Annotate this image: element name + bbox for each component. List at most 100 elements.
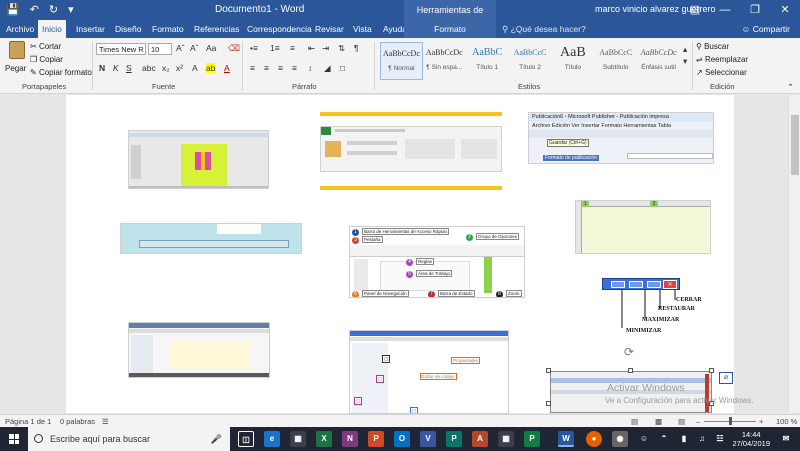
- zoom-level[interactable]: 100 %: [776, 417, 797, 426]
- redo-icon[interactable]: ↻: [49, 3, 58, 16]
- bullets-icon[interactable]: •≡: [250, 43, 258, 53]
- start-button[interactable]: [0, 427, 28, 451]
- screenshot-image-6[interactable]: 1 Barra de Herramientas de Acceso Rápido…: [349, 226, 525, 298]
- taskbar-clock[interactable]: 14:44 27/04/2019: [732, 430, 770, 448]
- wifi-icon[interactable]: ☳: [712, 431, 728, 447]
- find-button[interactable]: ⚲ Buscar: [696, 42, 729, 51]
- word-icon[interactable]: W: [558, 431, 574, 447]
- edge-icon[interactable]: e: [264, 431, 280, 447]
- resize-handle[interactable]: [628, 368, 633, 373]
- file-explorer-icon[interactable]: ▦: [290, 431, 306, 447]
- tab-correspondencia[interactable]: Correspondencia: [243, 20, 316, 38]
- tab-revisar[interactable]: Revisar: [311, 20, 348, 38]
- shrink-font-icon[interactable]: Aˇ: [190, 43, 199, 53]
- bold-button[interactable]: N: [99, 63, 105, 73]
- screenshot-image-2[interactable]: [320, 112, 502, 190]
- screenshot-image-1[interactable]: [128, 130, 269, 189]
- style-subtle-emphasis[interactable]: AaBbCcDc Énfasis sutil: [637, 42, 680, 80]
- rotate-handle-icon[interactable]: ⟳: [624, 345, 634, 359]
- tab-insertar[interactable]: Insertar: [72, 20, 109, 38]
- undo-icon[interactable]: ↶: [30, 3, 39, 16]
- cut-button[interactable]: ✂ Cortar: [30, 42, 61, 51]
- numbering-icon[interactable]: 1≡: [270, 43, 280, 53]
- proofing-icon[interactable]: ☰: [102, 417, 109, 426]
- subscript-icon[interactable]: x₂: [162, 63, 170, 73]
- access-icon[interactable]: A: [472, 431, 488, 447]
- scroll-thumb[interactable]: [791, 115, 799, 175]
- style-title[interactable]: AaB Título: [551, 42, 594, 80]
- volume-icon[interactable]: ♫: [694, 431, 710, 447]
- screenshot-image-8[interactable]: [128, 322, 270, 378]
- collapse-ribbon-icon[interactable]: ⌃: [787, 82, 794, 93]
- line-spacing-icon[interactable]: ↕: [308, 63, 312, 73]
- align-left-icon[interactable]: ≡: [250, 63, 255, 73]
- styles-scroll-down-icon[interactable]: ▾: [683, 56, 687, 67]
- app-icon[interactable]: P: [524, 431, 540, 447]
- tab-vista[interactable]: Vista: [349, 20, 376, 38]
- sort-icon[interactable]: ⇅: [338, 43, 345, 54]
- tab-inicio[interactable]: Inicio: [38, 20, 66, 38]
- clear-format-icon[interactable]: ⌫: [228, 43, 240, 54]
- excel-icon[interactable]: X: [316, 431, 332, 447]
- resize-handle[interactable]: [546, 368, 551, 373]
- people-icon[interactable]: ☺: [636, 431, 652, 447]
- word-count[interactable]: 0 palabras: [60, 417, 95, 426]
- font-size-select[interactable]: 10: [148, 43, 172, 55]
- shading-icon[interactable]: ◢: [324, 63, 331, 74]
- screenshot-image-9[interactable]: ▢ ▢ Propiedades Editor de código ▢ ▢: [349, 330, 509, 414]
- tray-chevron-icon[interactable]: ⌃: [656, 431, 672, 447]
- customize-qat-icon[interactable]: ▾: [68, 3, 74, 16]
- align-right-icon[interactable]: ≡: [278, 63, 283, 73]
- tell-me-box[interactable]: ⚲ ¿Qué desea hacer?: [502, 24, 586, 35]
- publisher-icon[interactable]: P: [446, 431, 462, 447]
- styles-scroll-up-icon[interactable]: ▴: [683, 44, 687, 55]
- resize-handle[interactable]: [546, 401, 551, 406]
- justify-icon[interactable]: ≡: [292, 63, 297, 73]
- style-normal[interactable]: AaBbCcDc ¶ Normal: [380, 42, 423, 80]
- share-button[interactable]: ☺ Compartir: [742, 24, 790, 34]
- vertical-scrollbar[interactable]: [788, 95, 800, 413]
- copy-button[interactable]: ❐ Copiar: [30, 55, 63, 64]
- restore-icon[interactable]: ❐: [740, 0, 770, 20]
- notifications-icon[interactable]: ✉: [778, 431, 794, 447]
- close-icon[interactable]: ✕: [770, 0, 800, 20]
- print-layout-icon[interactable]: ▤: [678, 417, 685, 426]
- resize-handle[interactable]: [709, 368, 714, 373]
- project-icon[interactable]: ▦: [498, 431, 514, 447]
- taskbar-search[interactable]: Escribe aquí para buscar 🎤: [28, 427, 230, 451]
- page-count[interactable]: Página 1 de 1: [5, 417, 51, 426]
- screenshot-image-5[interactable]: 1 2: [575, 200, 711, 254]
- text-effects-icon[interactable]: A: [192, 63, 198, 73]
- multilevel-list-icon[interactable]: ≡: [290, 43, 295, 53]
- decrease-indent-icon[interactable]: ⇤: [308, 43, 315, 54]
- outlook-icon[interactable]: O: [394, 431, 410, 447]
- app-icon[interactable]: ◉: [612, 431, 628, 447]
- save-icon[interactable]: 💾: [6, 3, 20, 16]
- layout-options-icon[interactable]: ⌀: [719, 372, 733, 384]
- tab-referencias[interactable]: Referencias: [190, 20, 243, 38]
- italic-button[interactable]: K: [113, 63, 119, 73]
- screenshot-image-4[interactable]: [120, 223, 302, 254]
- style-heading-1[interactable]: AaBbC Título 1: [466, 42, 509, 80]
- powerpoint-icon[interactable]: P: [368, 431, 384, 447]
- show-marks-icon[interactable]: ¶: [354, 43, 359, 53]
- zoom-slider-thumb[interactable]: [729, 417, 732, 425]
- superscript-icon[interactable]: x²: [176, 63, 183, 73]
- highlight-icon[interactable]: ab: [206, 63, 216, 73]
- screenshot-image-3[interactable]: Publicación6 - Microsoft Publisher - Pub…: [528, 112, 714, 164]
- style-no-spacing[interactable]: AaBbCcDc ¶ Sin espa...: [423, 42, 466, 80]
- read-mode-icon[interactable]: ▩: [655, 417, 662, 426]
- tab-diseno[interactable]: Diseño: [111, 20, 145, 38]
- zoom-out-icon[interactable]: –: [696, 417, 700, 426]
- underline-button[interactable]: S: [126, 63, 132, 73]
- style-subtitle[interactable]: AaBbCcC Subtítulo: [594, 42, 637, 80]
- onenote-icon[interactable]: N: [342, 431, 358, 447]
- format-painter-button[interactable]: ✎ Copiar formato: [30, 68, 92, 77]
- task-view-icon[interactable]: ◫: [238, 431, 254, 447]
- zoom-in-icon[interactable]: +: [759, 417, 763, 426]
- align-center-icon[interactable]: ≡: [264, 63, 269, 73]
- network-icon[interactable]: ▮: [676, 431, 692, 447]
- font-family-select[interactable]: Times New R: [96, 43, 146, 55]
- select-button[interactable]: ↗ Seleccionar: [696, 68, 747, 77]
- ribbon-options-icon[interactable]: ▤: [680, 0, 710, 20]
